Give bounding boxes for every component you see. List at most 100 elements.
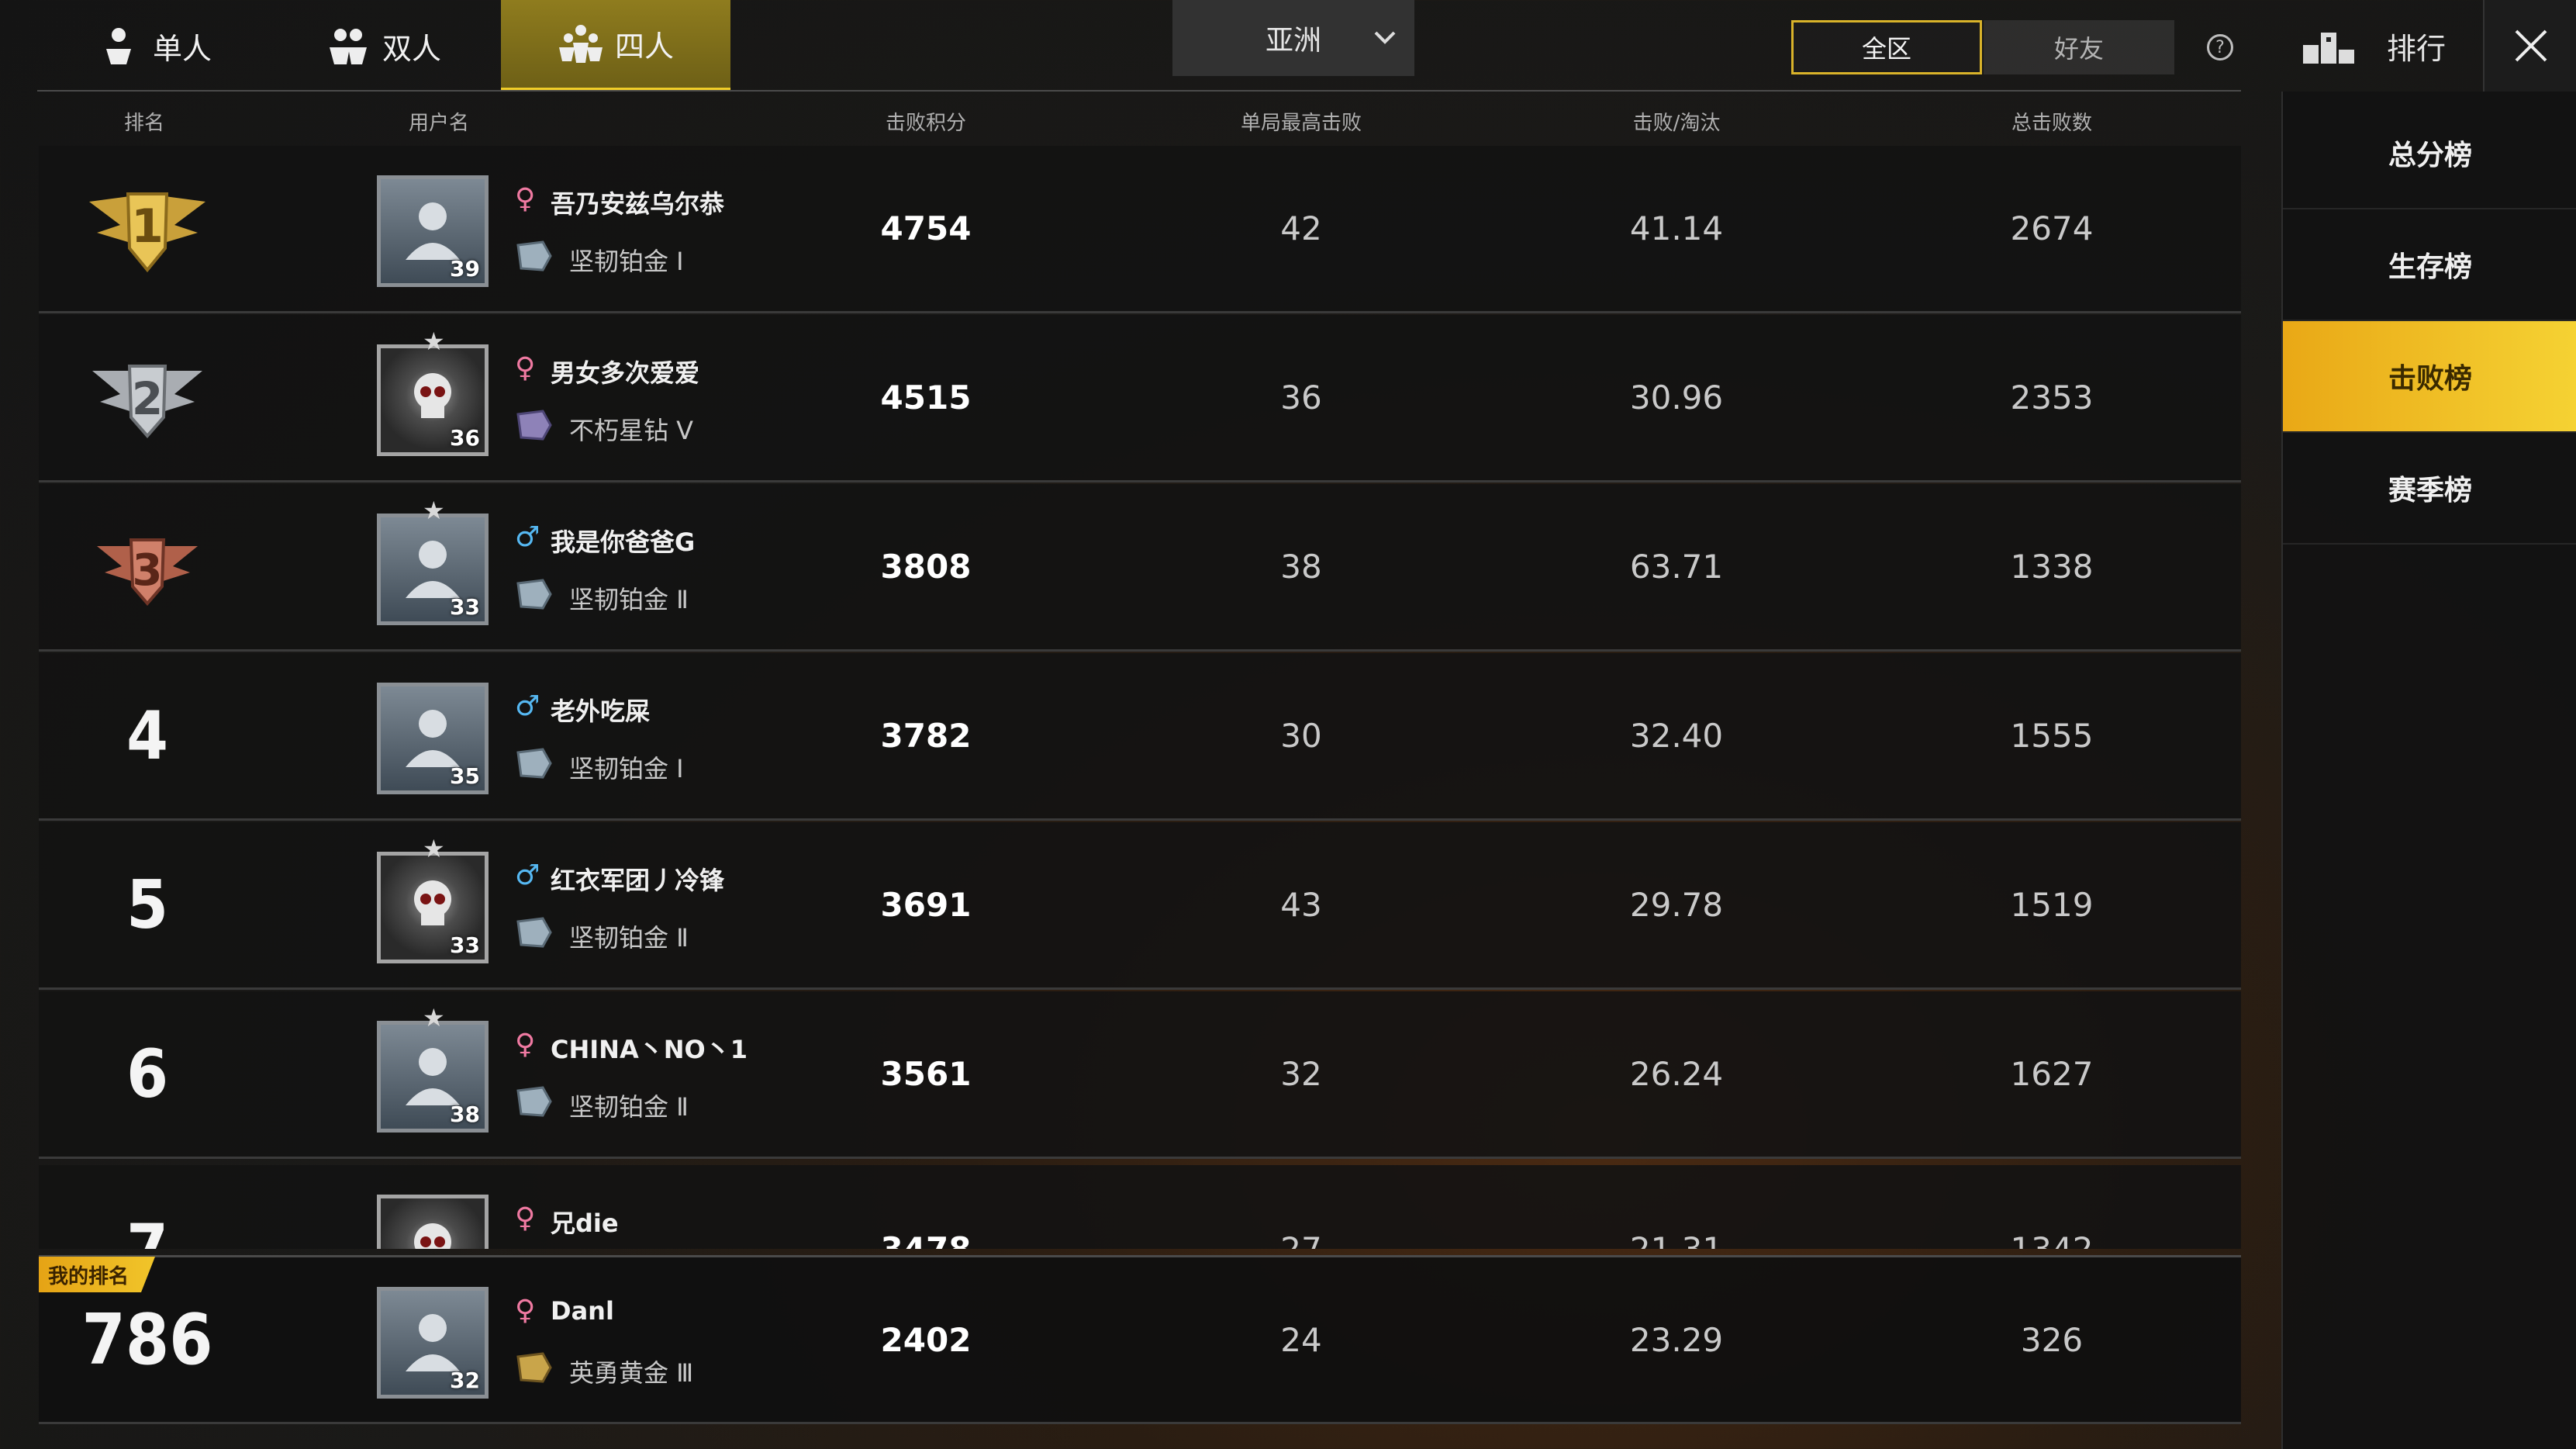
chevron-down-icon [1374, 31, 1396, 44]
rank-number: 4 [126, 697, 168, 775]
side-menu-season[interactable]: 赛季榜 [2283, 433, 2576, 545]
col-header-rank: 排名 [123, 112, 165, 135]
platinum-tier-icon [516, 240, 552, 271]
total-kills: 2353 [2010, 379, 2094, 417]
platinum-tier-icon [516, 1086, 552, 1117]
default-avatar-icon [406, 202, 460, 260]
player-tier: 坚韧铂金 Ⅰ [569, 754, 684, 783]
kd-ratio: 30.96 [1629, 379, 1724, 417]
gender-female-icon: ♀ [515, 183, 536, 215]
total-kills: 326 [2020, 1320, 2084, 1359]
tab-squad[interactable]: 四人 [501, 0, 730, 92]
skull-avatar-icon [414, 1223, 451, 1249]
bronze-wings-medal-icon: 3 [97, 538, 198, 606]
kd-ratio: 26.24 [1629, 1055, 1724, 1093]
rank-number: 7 [126, 1210, 168, 1249]
rank-number: 5 [126, 866, 168, 944]
platinum-tier-icon [516, 748, 552, 779]
player-name: 我是你爸爸G [551, 527, 696, 557]
avatar[interactable]: 39 [377, 175, 489, 287]
squad-persons-icon [558, 24, 603, 63]
best-kills: 36 [1280, 379, 1322, 417]
skull-avatar-icon [414, 373, 451, 418]
svg-text:1: 1 [131, 199, 164, 254]
kill-score: 4754 [880, 209, 972, 247]
player-name: 吾乃安兹乌尔恭 [551, 189, 725, 219]
col-header-best-kills: 单局最高击败 [1240, 112, 1362, 135]
table-row[interactable]: 2 ★ 36 ♀ 男女多次爱爱 不朽星钻 Ⅴ 4515 36 30.96 235… [39, 315, 2241, 482]
silver-wings-medal-icon: 2 [92, 364, 202, 438]
side-menu-total[interactable]: 总分榜 [2283, 98, 2576, 209]
rank-number: 6 [126, 1035, 168, 1113]
avatar[interactable] [377, 1195, 489, 1249]
player-tier: 坚韧铂金 Ⅱ [569, 585, 689, 614]
gender-male-icon: ♂ [515, 521, 540, 553]
player-name: Danl [551, 1296, 614, 1326]
player-level: 35 [450, 763, 480, 789]
platinum-tier-icon [516, 579, 552, 610]
leaderboard-side-menu: 总分榜 生存榜 击败榜 赛季榜 [2281, 92, 2576, 1449]
kd-ratio: 29.78 [1629, 886, 1724, 924]
help-icon[interactable]: ? [2207, 34, 2233, 61]
solo-person-icon [105, 28, 131, 64]
table-row[interactable]: 6 ★ 38 ♀ CHINA丶NO丶1 坚韧铂金 Ⅱ 3561 32 26.24… [39, 991, 2241, 1159]
avatar[interactable]: ★ 38 [377, 1003, 489, 1133]
star-icon: ★ [423, 327, 445, 356]
player-tier: 不朽星钻 Ⅴ [569, 416, 694, 445]
leaderboard-title: 排行 [2387, 31, 2447, 66]
scope-all-button[interactable]: 全区 [1791, 20, 1982, 74]
table-row[interactable]: 1 39 ♀ 吾乃安兹乌尔恭 坚韧铂金 Ⅰ 4754 42 41.14 2674 [39, 146, 2241, 313]
best-kills: 38 [1280, 548, 1322, 586]
close-button[interactable] [2483, 0, 2576, 92]
table-row[interactable]: 5 ★ 33 ♂ 红衣军团丿冷锋 坚韧铂金 Ⅱ 3691 43 29.78 15… [39, 822, 2241, 990]
best-kills: 32 [1280, 1055, 1322, 1093]
kill-score: 2402 [880, 1320, 972, 1359]
avatar[interactable]: ★ 33 [377, 834, 489, 963]
table-row-partial[interactable]: 7 ♀ 兄die 3478 27 21.31 1342 [39, 1165, 2241, 1249]
player-name: CHINA丶NO丶1 [551, 1035, 748, 1064]
total-kills: 1338 [2010, 548, 2094, 586]
podium-icon [2303, 33, 2354, 64]
my-rank-badge: 我的排名 [39, 1257, 155, 1292]
best-kills: 42 [1280, 209, 1322, 247]
col-header-kill-score: 击败积分 [885, 112, 967, 135]
avatar[interactable]: ★ 33 [377, 496, 489, 625]
default-avatar-icon [406, 710, 460, 767]
player-name: 男女多次爱爱 [551, 358, 700, 388]
player-name: 红衣军团丿冷锋 [551, 866, 725, 895]
my-rank-row[interactable]: 786 32 ♀ Danl 英勇黄金 Ⅲ 2402 24 23.29 326 [39, 1255, 2241, 1424]
player-level: 39 [450, 256, 480, 282]
col-header-total-kills: 总击败数 [2011, 112, 2093, 135]
player-level: 33 [450, 932, 480, 958]
gender-female-icon: ♀ [515, 1029, 536, 1060]
gold-tier-icon [516, 1352, 552, 1383]
avatar[interactable]: 35 [377, 683, 489, 794]
gender-female-icon: ♀ [515, 1295, 536, 1326]
avatar[interactable]: ★ 36 [377, 327, 489, 456]
kill-score: 4515 [880, 379, 972, 417]
side-menu-survival[interactable]: 生存榜 [2283, 209, 2576, 321]
table-row[interactable]: 4 35 ♂ 老外吃屎 坚韧铂金 Ⅰ 3782 30 32.40 1555 [39, 653, 2241, 821]
scope-friends-button[interactable]: 好友 [1984, 20, 2174, 74]
region-label: 亚洲 [1265, 25, 1321, 57]
default-avatar-icon [406, 1048, 460, 1105]
kd-ratio: 41.14 [1629, 209, 1724, 247]
star-icon: ★ [423, 1003, 445, 1032]
star-icon: ★ [423, 496, 445, 525]
player-tier: 坚韧铂金 Ⅱ [569, 1092, 689, 1122]
skull-avatar-icon [414, 880, 451, 925]
kill-score: 3561 [880, 1055, 972, 1093]
col-header-kd-ratio: 击败/淘汰 [1632, 112, 1721, 135]
side-menu-kills[interactable]: 击败榜 [2283, 321, 2576, 433]
star-icon: ★ [423, 834, 445, 863]
tab-duo[interactable]: 双人 [268, 0, 498, 92]
avatar[interactable]: 32 [377, 1287, 489, 1399]
total-kills: 1519 [2010, 886, 2094, 924]
kill-score: 3782 [880, 717, 972, 755]
region-dropdown[interactable]: 亚洲 [1172, 0, 1414, 76]
total-kills: 1627 [2010, 1055, 2094, 1093]
tab-solo[interactable]: 单人 [39, 0, 268, 92]
gender-male-icon: ♂ [515, 859, 540, 891]
table-row[interactable]: 3 ★ 33 ♂ 我是你爸爸G 坚韧铂金 Ⅱ 3808 38 63.71 133… [39, 484, 2241, 652]
player-tier: 坚韧铂金 Ⅱ [569, 923, 689, 953]
